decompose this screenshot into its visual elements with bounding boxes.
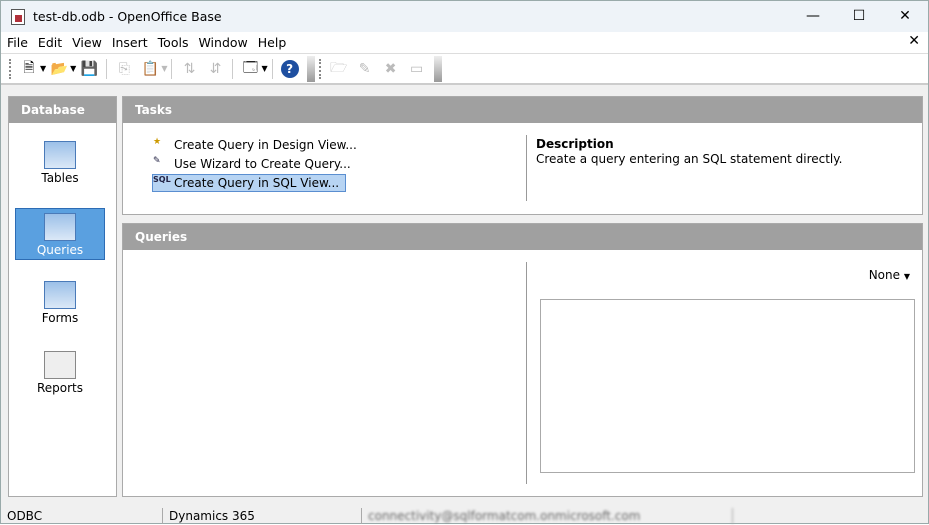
toolbar-options-icon[interactable]: [433, 55, 442, 82]
tasks-header: Tasks: [123, 97, 922, 123]
queries-icon: [44, 213, 76, 241]
toolbar-grip[interactable]: [9, 58, 12, 79]
new-dropdown-icon[interactable]: ▼: [40, 64, 46, 73]
toolbar-grip[interactable]: [318, 58, 322, 79]
sql-icon: SQL: [153, 175, 171, 184]
tasks-panel: Tasks ★ Create Query in Design View... ✎ U…: [122, 96, 923, 215]
tables-icon: [44, 141, 76, 169]
close-button[interactable]: ✕: [882, 1, 928, 31]
menu-edit[interactable]: Edit: [38, 35, 62, 50]
design-view-icon: ★: [153, 137, 162, 147]
open-object-icon[interactable]: 🗁: [328, 58, 350, 80]
forms-icon: [44, 281, 76, 309]
preview-select-value: None: [868, 268, 901, 282]
sidebar-item-label: Tables: [41, 171, 79, 185]
menu-view[interactable]: View: [72, 35, 102, 50]
separator: [232, 58, 234, 79]
save-icon[interactable]: 💾: [78, 58, 100, 80]
help-button[interactable]: ?: [279, 58, 301, 80]
status-user: connectivity@sqlformatcom.onmicrosoft.co…: [362, 507, 733, 524]
menu-window[interactable]: Window: [198, 35, 247, 50]
window-title: test-db.odb - OpenOffice Base: [33, 9, 222, 24]
preview-area: [540, 299, 915, 473]
task-label: Create Query in Design View...: [174, 138, 357, 152]
paste-dropdown-icon[interactable]: ▼: [161, 64, 167, 73]
minimize-button[interactable]: —: [790, 1, 836, 31]
delete-object-icon[interactable]: ✖: [380, 58, 402, 80]
description-text: Create a query entering an SQL statement…: [536, 152, 843, 166]
application-window: test-db.odb - OpenOffice Base — ☐ ✕ File…: [0, 0, 929, 524]
title-bar: test-db.odb - OpenOffice Base — ☐ ✕: [1, 1, 928, 32]
queries-panel: Queries None ▼: [122, 223, 923, 497]
status-driver: ODBC: [1, 507, 163, 524]
divider: [526, 135, 527, 201]
database-header: Database: [9, 97, 116, 123]
new-form-dropdown-icon[interactable]: ▼: [261, 64, 267, 73]
sidebar-item-reports[interactable]: Reports: [15, 347, 105, 399]
paste-icon[interactable]: 📋: [139, 58, 161, 80]
sidebar-item-label: Queries: [36, 243, 84, 257]
toolbar: 🗎 ▼ 📂 ▼ 💾 ⎘ 📋 ▼ ⇅ ⇵ 🗔 ▼ ? 🗁 ✎ ✖ ▭: [1, 53, 928, 85]
sidebar-item-tables[interactable]: Tables: [15, 137, 105, 189]
status-connection: Dynamics 365: [163, 507, 362, 524]
preview-select[interactable]: None ▼: [869, 268, 910, 282]
reports-icon: [44, 351, 76, 379]
status-bar: ODBC Dynamics 365 connectivity@sqlformat…: [1, 506, 928, 525]
sidebar-item-queries[interactable]: Queries: [15, 208, 105, 260]
open-folder-icon[interactable]: 📂: [48, 58, 70, 80]
sidebar-item-label: Forms: [41, 311, 79, 325]
menu-insert[interactable]: Insert: [112, 35, 148, 50]
queries-header: Queries: [123, 224, 922, 250]
separator: [106, 58, 108, 79]
new-form-icon[interactable]: 🗔: [239, 58, 261, 80]
menu-bar: File Edit View Insert Tools Window Help: [1, 32, 928, 53]
app-icon: [11, 8, 25, 25]
wizard-icon: ✎: [153, 156, 161, 166]
edit-object-icon[interactable]: ✎: [354, 58, 376, 80]
task-use-wizard[interactable]: ✎ Use Wizard to Create Query...: [153, 155, 357, 173]
separator: [271, 58, 273, 79]
menu-tools[interactable]: Tools: [158, 35, 189, 50]
toolbar-options-icon[interactable]: [306, 55, 315, 82]
task-create-design-view[interactable]: ★ Create Query in Design View...: [153, 136, 363, 154]
sidebar-item-forms[interactable]: Forms: [15, 277, 105, 329]
chevron-down-icon: ▼: [903, 272, 910, 281]
menu-file[interactable]: File: [7, 35, 28, 50]
task-create-sql-view[interactable]: SQL Create Query in SQL View...: [152, 174, 347, 192]
description-title: Description: [536, 137, 614, 151]
menu-help[interactable]: Help: [258, 35, 287, 50]
sort-descending-icon[interactable]: ⇵: [204, 58, 226, 80]
sort-ascending-icon[interactable]: ⇅: [178, 58, 200, 80]
maximize-button[interactable]: ☐: [836, 1, 882, 31]
task-label: Use Wizard to Create Query...: [174, 157, 351, 171]
help-icon: ?: [280, 59, 299, 78]
database-panel: Database Tables Queries Forms Reports: [8, 96, 117, 497]
copy-icon[interactable]: ⎘: [113, 58, 135, 80]
sidebar-item-label: Reports: [36, 381, 84, 395]
separator: [171, 58, 173, 79]
task-label: Create Query in SQL View...: [174, 176, 340, 190]
rename-object-icon[interactable]: ▭: [406, 58, 428, 80]
new-document-icon[interactable]: 🗎: [18, 58, 40, 80]
close-document-button[interactable]: ✕: [908, 33, 920, 49]
open-dropdown-icon[interactable]: ▼: [70, 64, 76, 73]
queries-list[interactable]: [123, 250, 523, 496]
divider: [526, 262, 527, 484]
